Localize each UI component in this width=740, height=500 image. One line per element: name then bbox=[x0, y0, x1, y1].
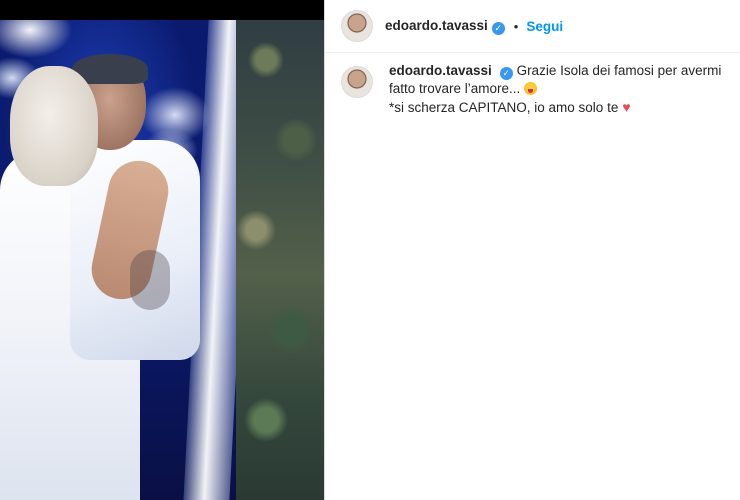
caption-line-2: *si scherza CAPITANO, io amo solo te bbox=[389, 100, 619, 115]
caption-username[interactable]: edoardo.tavassi bbox=[389, 63, 492, 78]
photo-top-bar bbox=[0, 0, 324, 20]
post-photo[interactable] bbox=[0, 0, 324, 500]
follow-button[interactable]: Segui bbox=[526, 19, 563, 34]
avatar[interactable] bbox=[341, 66, 373, 98]
caption-text: edoardo.tavassi ✓ Grazie Isola dei famosi… bbox=[389, 62, 739, 117]
arm-tattoo bbox=[130, 250, 170, 310]
verified-badge-icon: ✓ bbox=[499, 67, 513, 80]
verified-badge-icon: ✓ bbox=[491, 22, 505, 35]
caption-comment: edoardo.tavassi ✓ Grazie Isola dei famosi… bbox=[325, 62, 740, 117]
avatar[interactable] bbox=[341, 10, 373, 42]
woman-hair bbox=[10, 66, 98, 186]
header-username-wrap: edoardo.tavassi ✓ bbox=[385, 17, 505, 35]
zany-face-icon bbox=[524, 82, 538, 95]
foliage-background bbox=[236, 0, 324, 500]
red-heart-icon: ♥ bbox=[622, 99, 631, 115]
post-header: edoardo.tavassi ✓ • Segui bbox=[325, 0, 740, 53]
separator-dot: • bbox=[513, 18, 519, 34]
header-username[interactable]: edoardo.tavassi bbox=[385, 18, 488, 33]
